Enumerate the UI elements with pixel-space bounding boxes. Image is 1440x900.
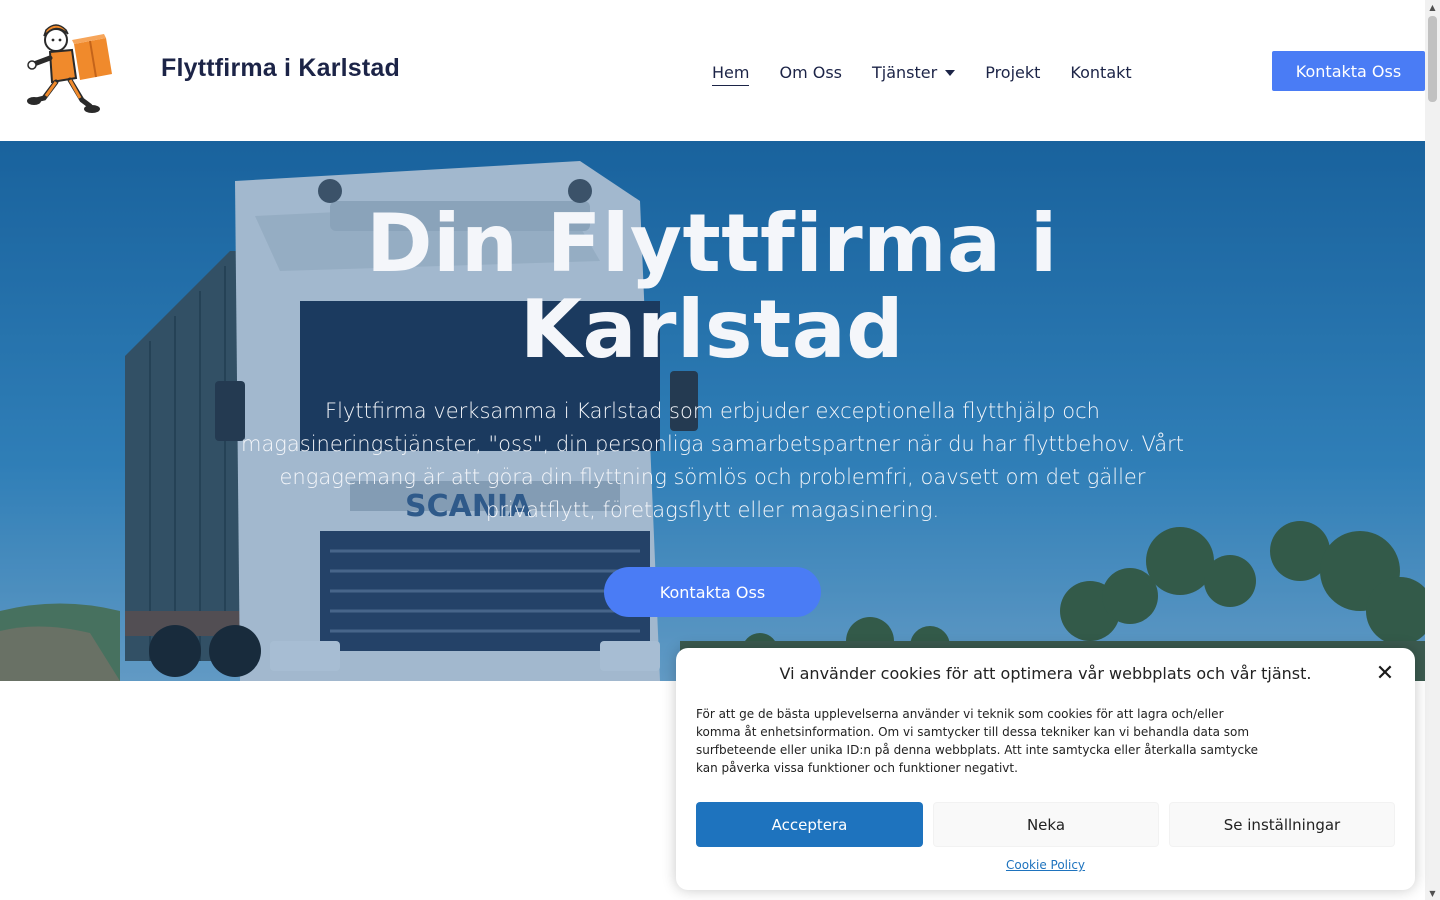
nav-item-label: Tjänster <box>872 62 938 82</box>
hero-contact-button[interactable]: Kontakta Oss <box>604 567 821 617</box>
site-header: Flyttfirma i Karlstad Hem Om Oss Tjänste… <box>0 0 1425 141</box>
site-title[interactable]: Flyttfirma i Karlstad <box>161 54 400 83</box>
cookie-policy-link[interactable]: Cookie Policy <box>676 858 1415 872</box>
scroll-up-arrow-icon[interactable]: ▲ <box>1425 0 1440 14</box>
nav-item-om-oss[interactable]: Om Oss <box>779 58 842 86</box>
hero-title: Din Flyttfirma i Karlstad <box>366 197 1058 376</box>
header-contact-button[interactable]: Kontakta Oss <box>1272 51 1425 91</box>
page-scrollbar[interactable]: ▲ ▼ <box>1425 0 1440 900</box>
hero-description: Flyttfirma verksamma i Karlstad som erbj… <box>240 399 1185 522</box>
cookie-consent-dialog: Vi använder cookies för att optimera vår… <box>676 648 1415 890</box>
nav-item-hem[interactable]: Hem <box>712 58 750 86</box>
cookie-description: För att ge de bästa upplevelserna använd… <box>696 707 1259 775</box>
cookie-title: Vi använder cookies för att optimera vår… <box>779 664 1312 683</box>
deny-button[interactable]: Neka <box>933 802 1159 847</box>
nav-item-label: Hem <box>712 62 750 82</box>
nav-item-label: Om Oss <box>779 62 842 82</box>
cookie-button-row: Acceptera Neka Se inställningar <box>696 802 1395 847</box>
nav-item-projekt[interactable]: Projekt <box>985 58 1040 86</box>
hero-section: SCANIA Din Flyttfirma i Karlstad Flyttfi… <box>0 141 1425 681</box>
close-icon[interactable]: ✕ <box>1374 662 1396 686</box>
scroll-down-arrow-icon[interactable]: ▼ <box>1425 886 1440 900</box>
nav-item-tjanster[interactable]: Tjänster <box>872 58 956 86</box>
moving-man-logo[interactable] <box>26 22 116 118</box>
nav-item-label: Projekt <box>985 62 1041 82</box>
nav-item-label: Kontakt <box>1070 62 1132 82</box>
scrollbar-thumb[interactable] <box>1428 16 1437 102</box>
accept-button[interactable]: Acceptera <box>696 802 923 847</box>
caret-down-icon <box>945 70 956 76</box>
nav-item-kontakt[interactable]: Kontakt <box>1070 58 1131 86</box>
main-nav: Hem Om Oss Tjänster Projekt Kontakt <box>712 58 1162 86</box>
settings-button[interactable]: Se inställningar <box>1169 802 1395 847</box>
